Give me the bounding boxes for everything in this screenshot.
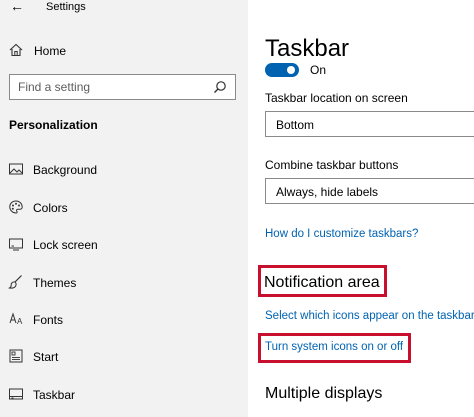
sidebar-item-taskbar[interactable]: Taskbar	[0, 382, 248, 408]
sidebar-item-home[interactable]: Home	[0, 38, 248, 64]
sidebar-item-label: Colors	[33, 201, 68, 215]
search-box[interactable]	[9, 74, 236, 100]
combine-buttons-label: Combine taskbar buttons	[265, 158, 399, 172]
sidebar-item-lock-screen[interactable]: Lock screen	[0, 232, 248, 258]
taskbar-location-label: Taskbar location on screen	[265, 91, 408, 105]
page-title: Taskbar	[265, 35, 350, 62]
window-title: Settings	[46, 1, 86, 13]
search-input[interactable]	[10, 75, 208, 99]
back-arrow-icon[interactable]: ←	[10, 0, 24, 14]
settings-sidebar: ← Settings Home Personalization Backgrou…	[0, 0, 248, 417]
section-heading: Personalization	[9, 118, 98, 132]
sidebar-item-label: Lock screen	[33, 238, 98, 252]
customize-taskbars-link[interactable]: How do I customize taskbars?	[265, 226, 418, 242]
taskbar-location-dropdown[interactable]: Bottom	[265, 111, 474, 137]
toggle-state-label: On	[310, 63, 327, 77]
system-icons-link[interactable]: Turn system icons on or off	[265, 339, 403, 355]
sidebar-item-label: Home	[34, 44, 67, 58]
search-icon[interactable]	[213, 80, 227, 94]
sidebar-item-label: Themes	[33, 276, 77, 290]
sidebar-item-label: Fonts	[33, 313, 64, 327]
select-icons-link[interactable]: Select which icons appear on the taskbar	[265, 308, 474, 324]
palette-icon	[9, 200, 23, 214]
brush-icon	[8, 275, 22, 289]
sidebar-item-start[interactable]: Start	[0, 344, 248, 370]
sidebar-item-label: Start	[33, 350, 59, 364]
combine-buttons-dropdown[interactable]: Always, hide labels	[265, 178, 474, 204]
dropdown-value: Bottom	[276, 118, 315, 132]
home-icon	[9, 43, 23, 57]
notification-area-heading: Notification area	[264, 274, 380, 291]
lock-screen-icon	[9, 238, 23, 251]
dropdown-value: Always, hide labels	[276, 185, 379, 199]
title-bar: ← Settings	[0, 0, 248, 20]
taskbar-icon	[9, 388, 23, 400]
sidebar-item-colors[interactable]: Colors	[0, 195, 248, 221]
svg-text:A: A	[17, 317, 23, 326]
sidebar-item-label: Taskbar	[33, 388, 76, 402]
sidebar-item-label: Background	[33, 163, 98, 177]
sidebar-item-fonts[interactable]: A Fonts	[0, 307, 248, 333]
taskbar-settings-page: Taskbar On Taskbar location on screen Bo…	[248, 0, 474, 417]
picture-icon	[9, 163, 23, 175]
taskbar-toggle[interactable]	[265, 63, 299, 77]
font-icon: A	[9, 312, 23, 326]
sidebar-item-themes[interactable]: Themes	[0, 270, 248, 296]
multiple-displays-heading: Multiple displays	[265, 385, 383, 402]
start-icon	[9, 349, 23, 363]
sidebar-item-background[interactable]: Background	[0, 157, 248, 183]
toggle-knob	[287, 66, 295, 74]
